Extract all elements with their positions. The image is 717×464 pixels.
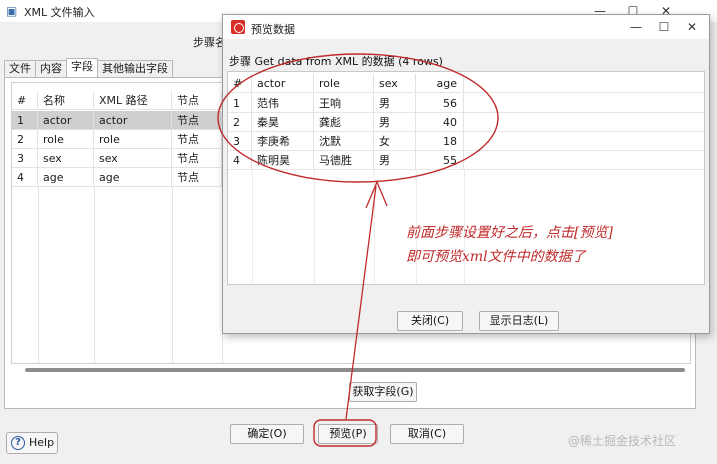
preview-data-dialog: 预览数据 — ☐ ✕ 步骤 Get data from XML 的数据 (4 r… (222, 14, 710, 334)
row-number: 4 (12, 168, 38, 187)
actor-cell: 范伟 (252, 94, 314, 113)
cancel-button[interactable]: 取消(C) (390, 424, 464, 444)
dialog-close-action-button[interactable]: 关闭(C) (397, 311, 463, 331)
ok-button[interactable]: 确定(O) (230, 424, 304, 444)
xml-path-cell[interactable]: actor (94, 111, 172, 130)
node-cell[interactable]: 节点 (172, 130, 222, 149)
field-name-cell[interactable]: sex (38, 149, 94, 168)
main-window-title: XML 文件输入 (24, 6, 95, 19)
tab-bar: 文件 内容 字段 其他输出字段 (4, 58, 173, 78)
column-header[interactable]: 名称 (38, 91, 94, 110)
sex-cell: 男 (374, 151, 416, 170)
field-name-cell[interactable]: actor (38, 111, 94, 130)
actor-cell: 李庚希 (252, 132, 314, 151)
watermark: @稀土掘金技术社区 (568, 434, 677, 448)
field-name-cell[interactable]: age (38, 168, 94, 187)
column-header[interactable]: actor (252, 74, 314, 93)
row-number: 1 (12, 111, 38, 130)
column-header[interactable]: sex (374, 74, 416, 93)
question-icon: ? (11, 436, 25, 450)
grid-line (94, 187, 95, 363)
app-icon (231, 20, 245, 34)
row-number: 3 (12, 149, 38, 168)
sex-cell: 男 (374, 94, 416, 113)
role-cell: 龚彪 (314, 113, 374, 132)
role-cell: 马德胜 (314, 151, 374, 170)
horizontal-scrollbar[interactable] (25, 368, 685, 372)
dialog-minimize-button[interactable]: — (621, 18, 651, 36)
column-header: # (228, 74, 252, 93)
tab-file[interactable]: 文件 (4, 60, 36, 77)
node-cell[interactable]: 节点 (172, 168, 222, 187)
role-cell: 沈默 (314, 132, 374, 151)
row-number: 3 (228, 132, 252, 151)
xml-path-cell[interactable]: age (94, 168, 172, 187)
age-cell: 55 (416, 151, 464, 170)
preview-step-label: 步骤 Get data from XML 的数据 (4 rows) (229, 55, 443, 68)
row-number: 2 (228, 113, 252, 132)
grid-line (38, 187, 39, 363)
field-name-cell[interactable]: role (38, 130, 94, 149)
table-row[interactable]: 4 陈明昊 马德胜 男 55 (228, 151, 704, 170)
column-header[interactable]: role (314, 74, 374, 93)
help-button[interactable]: ? Help (6, 432, 58, 454)
dialog-titlebar: 预览数据 — ☐ ✕ (223, 15, 709, 39)
actor-cell: 陈明昊 (252, 151, 314, 170)
column-header[interactable]: age (416, 74, 464, 93)
actor-cell: 秦昊 (252, 113, 314, 132)
annotation-text-line-2: 即可预览xml文件中的数据了 (406, 249, 586, 265)
table-row[interactable]: 1 范伟 王响 男 56 (228, 94, 704, 113)
age-cell: 56 (416, 94, 464, 113)
tab-content[interactable]: 内容 (35, 60, 67, 77)
grid-line (252, 170, 253, 284)
grid-line (172, 187, 173, 363)
node-cell[interactable]: 节点 (172, 149, 222, 168)
tab-other-output-fields[interactable]: 其他输出字段 (97, 60, 173, 77)
age-cell: 18 (416, 132, 464, 151)
table-row[interactable]: 2 秦昊 龚彪 男 40 (228, 113, 704, 132)
xml-path-cell[interactable]: role (94, 130, 172, 149)
dialog-maximize-button[interactable]: ☐ (649, 18, 679, 36)
preview-button[interactable]: 预览(P) (318, 424, 378, 444)
row-number: 1 (228, 94, 252, 113)
column-header[interactable]: 节点 (172, 91, 222, 110)
grid-line (314, 170, 315, 284)
get-fields-button[interactable]: 获取字段(G) (349, 382, 417, 402)
age-cell: 40 (416, 113, 464, 132)
role-cell: 王响 (314, 94, 374, 113)
row-number: 2 (12, 130, 38, 149)
column-header[interactable]: XML 路径 (94, 91, 172, 110)
dialog-close-button[interactable]: ✕ (677, 18, 707, 36)
dialog-title: 预览数据 (251, 23, 295, 36)
row-number: 4 (228, 151, 252, 170)
table-row[interactable]: 3 李庚希 沈默 女 18 (228, 132, 704, 151)
table-header-row: # actor role sex age (228, 74, 704, 93)
column-header: # (12, 91, 38, 110)
show-log-button[interactable]: 显示日志(L) (479, 311, 559, 331)
tab-fields[interactable]: 字段 (66, 58, 98, 77)
sex-cell: 女 (374, 132, 416, 151)
document-icon: ▣ (6, 4, 18, 18)
xml-path-cell[interactable]: sex (94, 149, 172, 168)
node-cell[interactable]: 节点 (172, 111, 222, 130)
grid-line (374, 170, 375, 284)
sex-cell: 男 (374, 113, 416, 132)
annotation-text-line-1: 前面步骤设置好之后，点击[预览] (406, 225, 613, 241)
help-label: Help (29, 436, 55, 449)
